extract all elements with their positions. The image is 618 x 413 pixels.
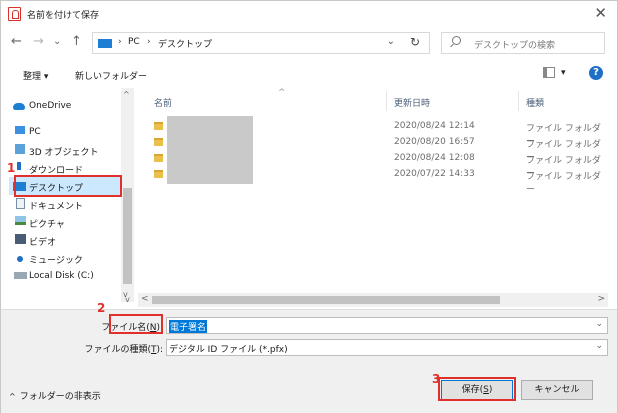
scroll-corner-button[interactable]: v — [121, 293, 134, 307]
sidebar-item-onedrive[interactable]: OneDrive — [9, 97, 121, 115]
sidebar-item-3d-objects[interactable]: 3D オブジェクト — [9, 141, 121, 159]
scroll-up-button[interactable]: ^ — [123, 90, 130, 99]
cloud-icon — [13, 103, 25, 110]
sidebar-item-label: PC — [29, 127, 41, 137]
row-date: 2020/08/24 12:14 — [394, 121, 475, 131]
highlight-filename — [109, 314, 163, 334]
navigation-row: ← → ⌄ ↑ › PC › デスクトップ ⌄ ↻ デスクトップの検索 — [1, 28, 617, 58]
save-as-dialog: 名前を付けて保存 ✕ ← → ⌄ ↑ › PC › デスクトップ ⌄ ↻ デスク… — [0, 0, 618, 413]
help-button[interactable]: ? — [589, 66, 603, 80]
refresh-button[interactable]: ↻ — [410, 35, 420, 49]
music-icon — [17, 256, 23, 262]
folder-icon — [154, 138, 163, 146]
redacted-file-names — [167, 116, 253, 184]
toolbar: 整理 ▾ 新しいフォルダー ▾ ? — [1, 60, 617, 88]
breadcrumb-separator: › — [118, 37, 122, 47]
scrollbar-thumb[interactable] — [152, 296, 500, 304]
recent-locations-button[interactable]: ⌄ — [53, 34, 61, 50]
cancel-button[interactable]: キャンセル — [521, 380, 593, 400]
sidebar-item-label: ミュージック — [29, 256, 83, 266]
chevron-down-icon[interactable]: ⌄ — [595, 319, 603, 329]
row-date: 2020/07/22 14:33 — [394, 169, 475, 179]
view-options-dropdown[interactable]: ▾ — [561, 68, 566, 78]
row-type: ファイル フォルダー — [526, 172, 601, 195]
disk-icon — [14, 272, 27, 279]
highlight-save-button — [438, 377, 516, 401]
save-options-panel: ファイル名(N): 電子署名 ⌄ ファイルの種類(T): デジタル ID ファイ… — [1, 309, 617, 413]
sidebar-scrollbar[interactable]: ^ v — [121, 88, 134, 302]
step-number-2: 2 — [97, 301, 106, 315]
sidebar-item-label: ビデオ — [29, 238, 57, 248]
computer-icon — [15, 126, 25, 134]
filename-field[interactable]: 電子署名 ⌄ — [166, 317, 608, 334]
step-number-1: 1 — [7, 161, 16, 175]
chevron-up-icon: ^ — [9, 392, 16, 401]
sidebar-item-label: ドキュメント — [29, 202, 84, 212]
filetype-label: ファイルの種類(T): — [31, 342, 163, 355]
sidebar-item-local-disk[interactable]: Local Disk (C:) — [9, 267, 121, 285]
filetype-label-text: ファイルの種類( — [84, 345, 151, 355]
sidebar-item-documents[interactable]: ドキュメント — [9, 195, 121, 213]
hide-folders-label: フォルダーの非表示 — [19, 392, 101, 402]
download-icon — [17, 162, 21, 170]
row-date: 2020/08/24 12:08 — [394, 153, 475, 163]
sidebar-item-pc[interactable]: PC — [9, 123, 121, 141]
sort-indicator-icon: ^ — [278, 88, 286, 98]
column-header-date-modified[interactable]: 更新日時 — [394, 96, 430, 109]
sidebar-item-label: Local Disk (C:) — [29, 271, 94, 281]
sidebar-item-pictures[interactable]: ピクチャ — [9, 213, 121, 231]
search-icon — [452, 36, 461, 45]
view-options-icon[interactable] — [543, 67, 555, 78]
folder-icon — [154, 122, 163, 130]
up-button[interactable]: ↑ — [71, 34, 82, 50]
highlight-desktop — [14, 175, 122, 197]
document-icon — [16, 198, 25, 209]
video-icon — [15, 234, 26, 244]
search-input[interactable]: デスクトップの検索 — [474, 38, 555, 51]
breadcrumb-pc[interactable]: PC — [128, 37, 140, 47]
acrobat-icon — [8, 7, 21, 21]
column-header-name[interactable]: 名前 — [154, 96, 172, 109]
title-bar: 名前を付けて保存 ✕ — [1, 1, 617, 27]
picture-icon — [15, 216, 26, 225]
breadcrumb-desktop[interactable]: デスクトップ — [158, 37, 212, 50]
scroll-right-button[interactable]: > — [597, 294, 605, 304]
folder-icon — [154, 154, 163, 162]
sidebar-item-label: 3D オブジェクト — [29, 148, 99, 158]
filename-input[interactable]: 電子署名 — [169, 320, 208, 333]
file-list-horizontal-scrollbar[interactable]: < > — [138, 293, 608, 307]
scroll-left-button[interactable]: < — [141, 294, 149, 304]
sidebar-item-music[interactable]: ミュージック — [9, 249, 121, 267]
filetype-select[interactable]: デジタル ID ファイル (*.pfx) ⌄ — [166, 339, 608, 356]
sidebar-item-label: ピクチャ — [29, 220, 65, 230]
column-divider[interactable] — [518, 91, 519, 111]
hide-folders-toggle[interactable]: ^ フォルダーの非表示 — [9, 389, 101, 402]
filetype-value: デジタル ID ファイル (*.pfx) — [169, 345, 288, 355]
row-date: 2020/08/20 16:57 — [394, 137, 475, 147]
back-button[interactable]: ← — [11, 34, 22, 50]
search-box[interactable]: デスクトップの検索 — [441, 32, 605, 54]
sidebar-item-label: OneDrive — [29, 101, 72, 111]
close-button[interactable]: ✕ — [594, 4, 607, 22]
column-divider[interactable] — [386, 91, 387, 111]
step-number-3: 3 — [432, 372, 441, 386]
filetype-label-suffix: ): — [156, 345, 163, 355]
folder-icon — [154, 170, 163, 178]
forward-button[interactable]: → — [33, 34, 44, 50]
organize-button[interactable]: 整理 ▾ — [23, 69, 48, 82]
breadcrumb-separator: › — [147, 37, 151, 47]
address-dropdown-button[interactable]: ⌄ — [387, 36, 395, 47]
address-bar[interactable]: › PC › デスクトップ ⌄ ↻ — [92, 32, 430, 54]
cube-icon — [15, 144, 25, 154]
chevron-down-icon[interactable]: ⌄ — [595, 341, 603, 351]
sidebar-item-videos[interactable]: ビデオ — [9, 231, 121, 249]
new-folder-button[interactable]: 新しいフォルダー — [75, 69, 147, 82]
scrollbar-thumb[interactable] — [123, 188, 132, 284]
window-title: 名前を付けて保存 — [27, 11, 100, 21]
desktop-icon — [98, 39, 112, 48]
column-header-type[interactable]: 種類 — [526, 96, 544, 109]
